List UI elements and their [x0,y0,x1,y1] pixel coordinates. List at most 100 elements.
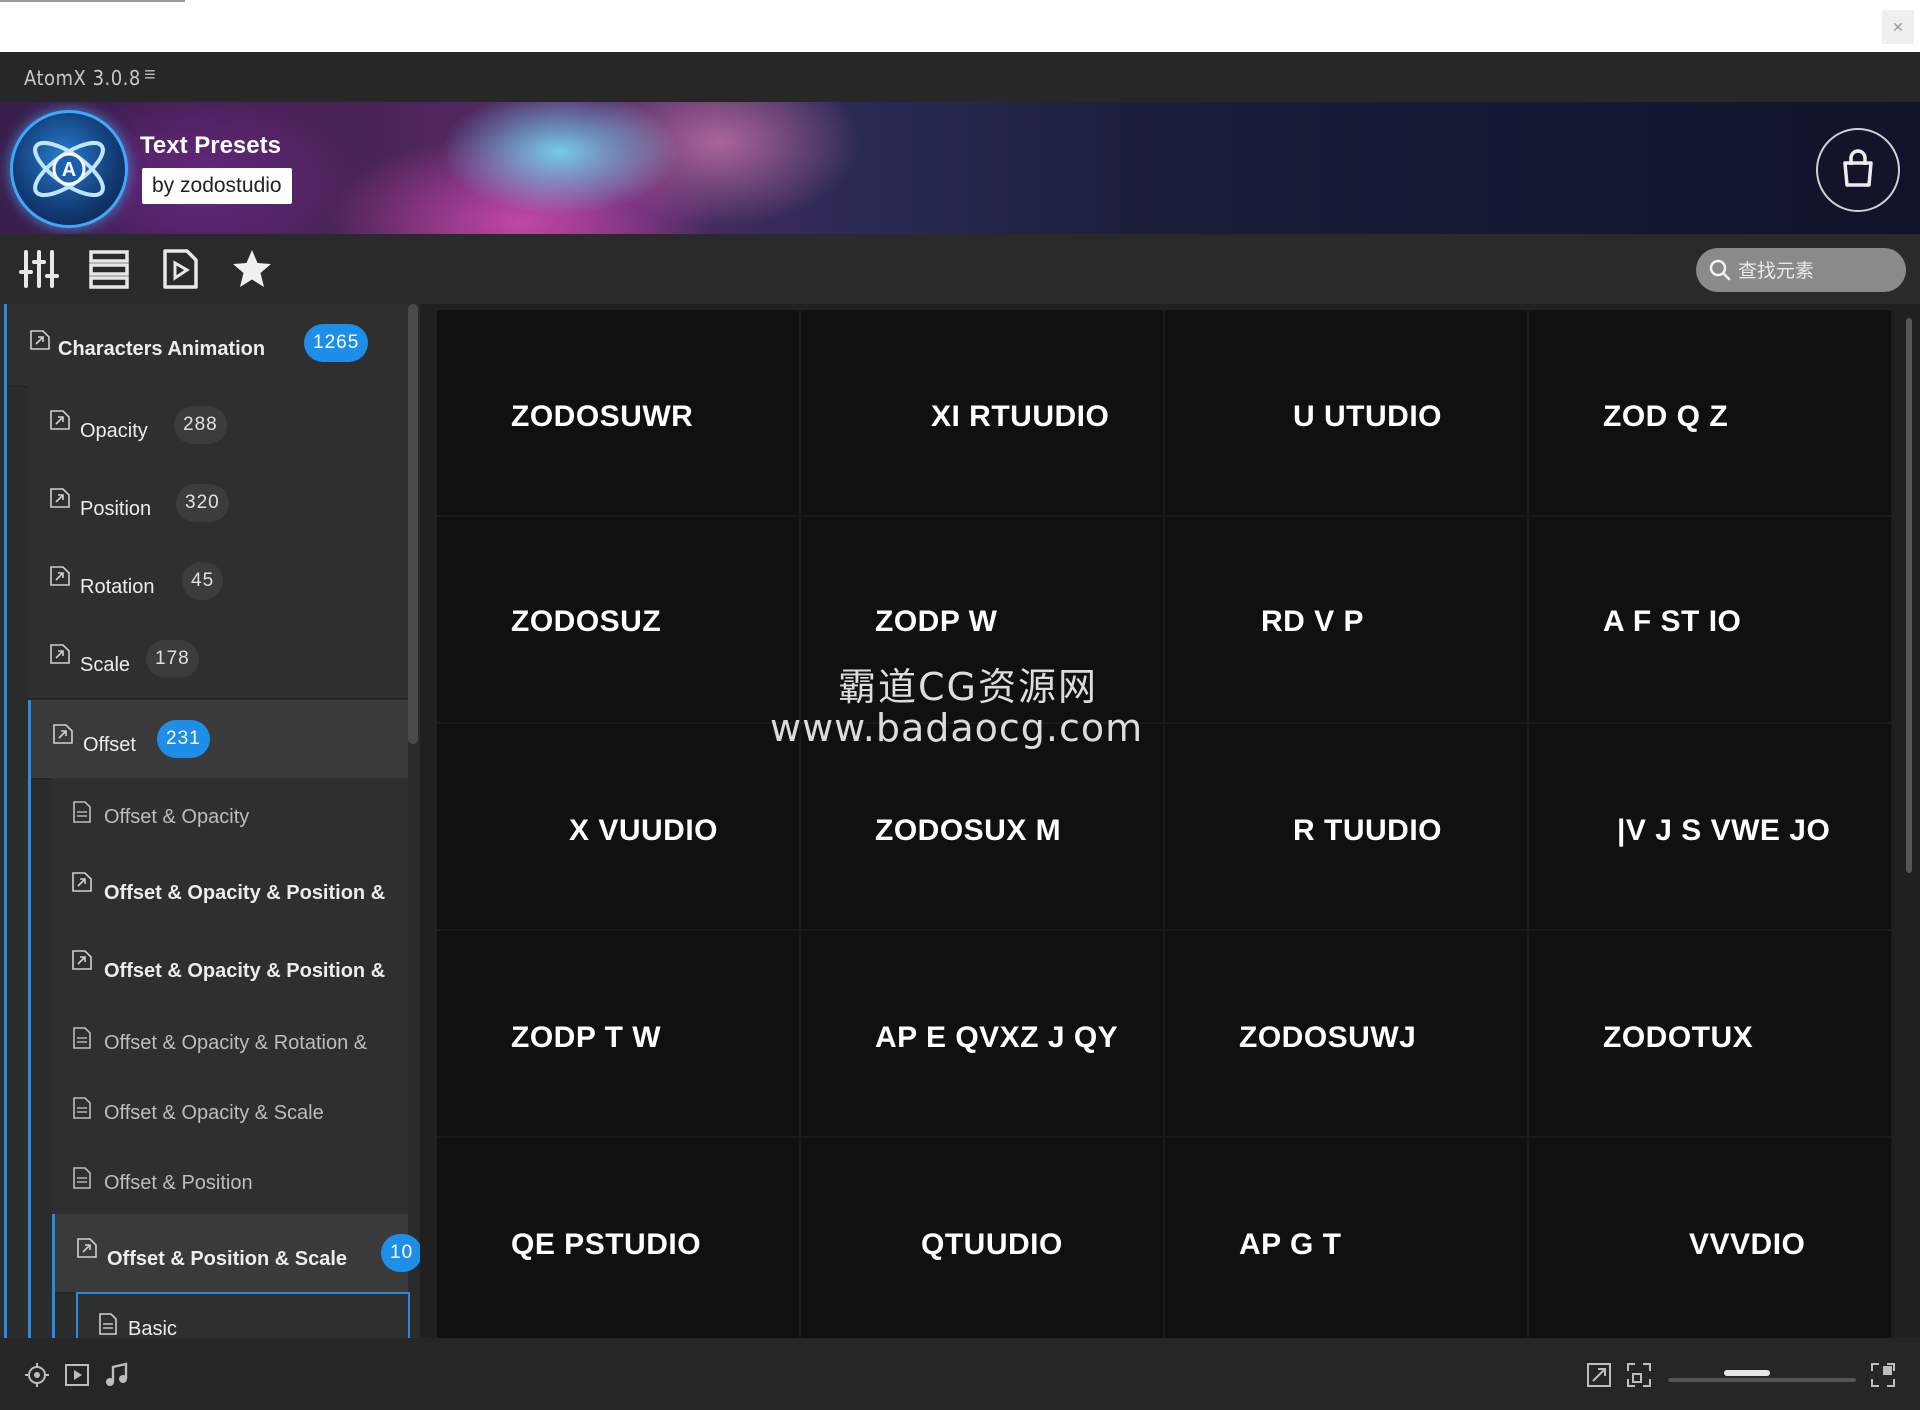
folder-link-icon [53,724,73,744]
count-badge: 178 [146,640,199,678]
file-icon [73,801,91,823]
count-badge: 10 [381,1234,420,1272]
preset-tile[interactable]: U UTUDIO [1165,310,1527,515]
sidebar-item-label: Offset [83,734,136,756]
zoom-slider[interactable] [1668,1378,1856,1382]
preset-tile[interactable]: AP E QVXZ J QY [801,931,1163,1136]
sidebar-item-offset-opacity-position-2[interactable]: Offset & Opacity & Position & [52,926,408,1005]
preset-preview-text: ZODP W [875,605,998,638]
preset-preview-text: AP G T [1239,1228,1342,1261]
watermark-line2: www.badaocg.com [770,706,1144,750]
count-badge: 45 [182,562,224,600]
sidebar-item-label: Opacity [80,420,148,442]
sidebar-item-offset-position-scale[interactable]: Offset & Position & Scale 10 [55,1214,420,1293]
sidebar-item-label: Offset & Opacity & Position & [104,960,386,982]
preset-tile[interactable]: ZOD Q Z [1529,310,1891,515]
preset-tile[interactable]: X VUUDIO [437,724,799,929]
sliders-icon[interactable] [18,248,60,290]
search-input[interactable] [1736,254,1900,288]
menu-icon[interactable]: ≡ [144,64,156,87]
preset-tile[interactable]: VVVDIO [1529,1138,1891,1338]
sidebar-item-label: Offset & Opacity & Position & [104,882,386,904]
preset-preview-text: VVVDIO [1689,1228,1806,1261]
preset-tile[interactable]: ZODOSUX M [801,724,1163,929]
count-badge: 1265 [304,324,369,362]
fit-icon[interactable] [1626,1362,1652,1388]
app-title: AtomX 3.0.8 [24,66,141,90]
preset-tile[interactable]: QE PSTUDIO [437,1138,799,1338]
preset-tile[interactable]: ZODOTUX [1529,931,1891,1136]
star-icon[interactable] [231,248,273,290]
sidebar-item-label: Rotation [80,576,155,598]
atomx-logo: A [10,110,128,228]
preset-preview-text: X VUUDIO [569,814,719,847]
sidebar-item-position[interactable]: Position 320 [28,464,408,543]
preset-tile[interactable]: ZODOSUWR [437,310,799,515]
crosshair-icon[interactable] [24,1362,50,1388]
play-icon[interactable] [64,1362,90,1388]
folder-link-icon [50,566,70,586]
author-badge[interactable]: by zodostudio [142,168,292,204]
zoom-slider-handle[interactable] [1724,1370,1770,1376]
preset-preview-text: XI RTUUDIO [931,400,1110,433]
preset-preview-text: ZODOSUWR [511,400,694,433]
header-banner: A Text Presets by zodostudio [0,102,1920,234]
sidebar-item-offset-position[interactable]: Offset & Position [52,1144,408,1215]
sidebar-item-opacity[interactable]: Opacity 288 [28,386,408,465]
grid-scrollbar[interactable] [1906,318,1912,873]
sidebar-item-label: Characters Animation [58,338,266,360]
preset-tile[interactable]: ZODOSUWJ [1165,931,1527,1136]
folder-link-icon [50,410,70,430]
folder-link-icon [50,644,70,664]
preset-preview-text: R TUUDIO [1293,814,1442,847]
sidebar-item-rotation[interactable]: Rotation 45 [28,542,408,621]
sidebar-item-label: Offset & Opacity & Rotation & [104,1032,368,1054]
search-field[interactable] [1696,248,1906,292]
folder-link-icon [72,872,92,892]
sidebar-item-offset-opacity-position-1[interactable]: Offset & Opacity & Position & [52,848,408,927]
preset-tile[interactable]: ZODOSUZ [437,517,799,722]
sidebar-item-label: Scale [80,654,131,676]
category-sidebar: Characters Animation 1265 Opacity 288 Po… [0,304,420,1338]
preset-tile[interactable]: QTUUDIO [801,1138,1163,1338]
close-window-button[interactable]: ✕ [1882,10,1914,44]
folder-link-icon [30,330,50,350]
preset-preview-text: ZODP T W [511,1021,662,1054]
count-badge: 288 [174,406,227,444]
list-icon[interactable] [88,248,130,290]
preset-tile[interactable]: A F ST IO [1529,517,1891,722]
preset-tile[interactable]: XI RTUUDIO [801,310,1163,515]
music-icon[interactable] [104,1362,130,1388]
file-icon [73,1167,91,1189]
sidebar-item-offset[interactable]: Offset 231 [31,700,408,779]
sidebar-item-label: Offset & Position [104,1172,253,1194]
folder-link-icon [72,950,92,970]
window-strip: ✕ [0,0,1920,52]
shop-bag-button[interactable] [1816,128,1900,212]
preset-tile[interactable]: ZODP T W [437,931,799,1136]
sidebar-item-scale[interactable]: Scale 178 [28,620,408,699]
play-file-icon[interactable] [159,248,201,290]
sidebar-item-offset-opacity[interactable]: Offset & Opacity [52,778,408,849]
preset-preview-text: AP E QVXZ J QY [875,1021,1119,1054]
preset-tile[interactable]: AP G T [1165,1138,1527,1338]
fullscreen-icon[interactable] [1870,1362,1896,1388]
sidebar-item-basic[interactable]: Basic [76,1292,410,1338]
sidebar-scrollbar[interactable] [408,304,418,744]
preset-tile[interactable]: RD V P [1165,517,1527,722]
file-icon [73,1097,91,1119]
window-tab-indicator [0,0,185,2]
file-icon [99,1313,117,1335]
sidebar-item-label: Basic [128,1318,177,1338]
preset-preview-text: |V J S VWE JO [1617,814,1831,847]
search-icon [1709,259,1731,281]
preset-tile[interactable]: R TUUDIO [1165,724,1527,929]
preset-tile[interactable]: |V J S VWE JO [1529,724,1891,929]
sidebar-item-characters-animation[interactable]: Characters Animation 1265 [8,304,408,387]
expand-icon[interactable] [1586,1362,1612,1388]
sidebar-item-offset-opacity-scale[interactable]: Offset & Opacity & Scale [52,1074,408,1145]
folder-link-icon [50,488,70,508]
preset-preview-text: U UTUDIO [1293,400,1442,433]
sidebar-item-label: Offset & Position & Scale [107,1248,348,1270]
sidebar-item-offset-opacity-rotation[interactable]: Offset & Opacity & Rotation & [52,1004,408,1075]
